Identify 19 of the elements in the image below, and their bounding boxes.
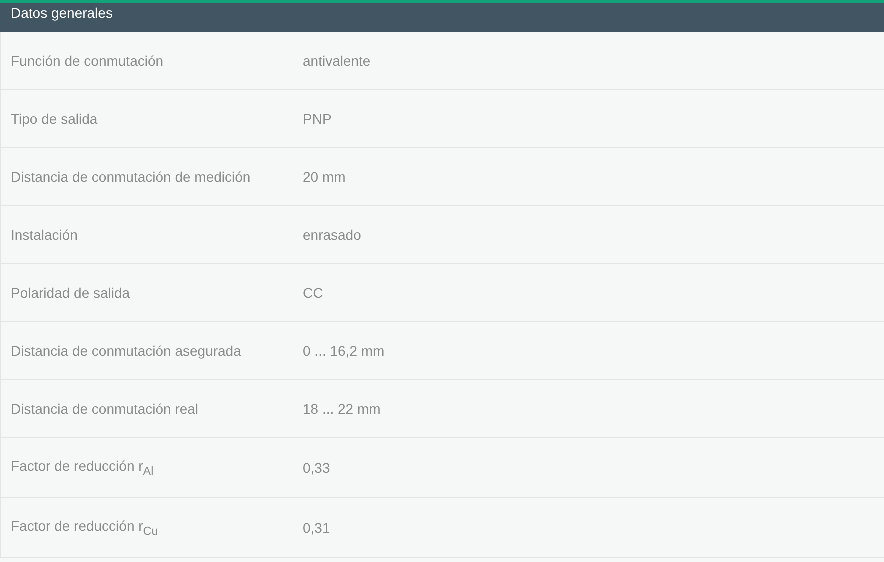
property-value: enrasado bbox=[303, 226, 362, 242]
property-value: PNP bbox=[303, 110, 332, 126]
property-label: Instalación bbox=[10, 226, 79, 242]
property-value: antivalente bbox=[303, 52, 371, 68]
property-label: Distancia de conmutación real bbox=[10, 400, 200, 416]
property-value: CC bbox=[303, 284, 324, 300]
property-label: Distancia de conmutación de medición bbox=[10, 168, 252, 184]
property-label: Función de conmutación bbox=[10, 52, 165, 68]
property-label: Polaridad de salida bbox=[10, 284, 132, 300]
property-value: 20 mm bbox=[303, 168, 346, 184]
property-value: 0,31 bbox=[303, 520, 330, 536]
property-value: 0,33 bbox=[303, 460, 330, 476]
section-title: Datos generales bbox=[11, 4, 113, 20]
property-label: Tipo de salida bbox=[10, 110, 99, 126]
property-value: 0 ... 16,2 mm bbox=[303, 342, 385, 358]
property-label: Distancia de conmutación asegurada bbox=[10, 342, 242, 358]
property-label: Factor de reducción r$_{Al}$ bbox=[10, 458, 155, 478]
property-value: 18 ... 22 mm bbox=[303, 400, 381, 416]
property-label: Factor de reducción r$_{Cu}$ bbox=[10, 518, 160, 538]
